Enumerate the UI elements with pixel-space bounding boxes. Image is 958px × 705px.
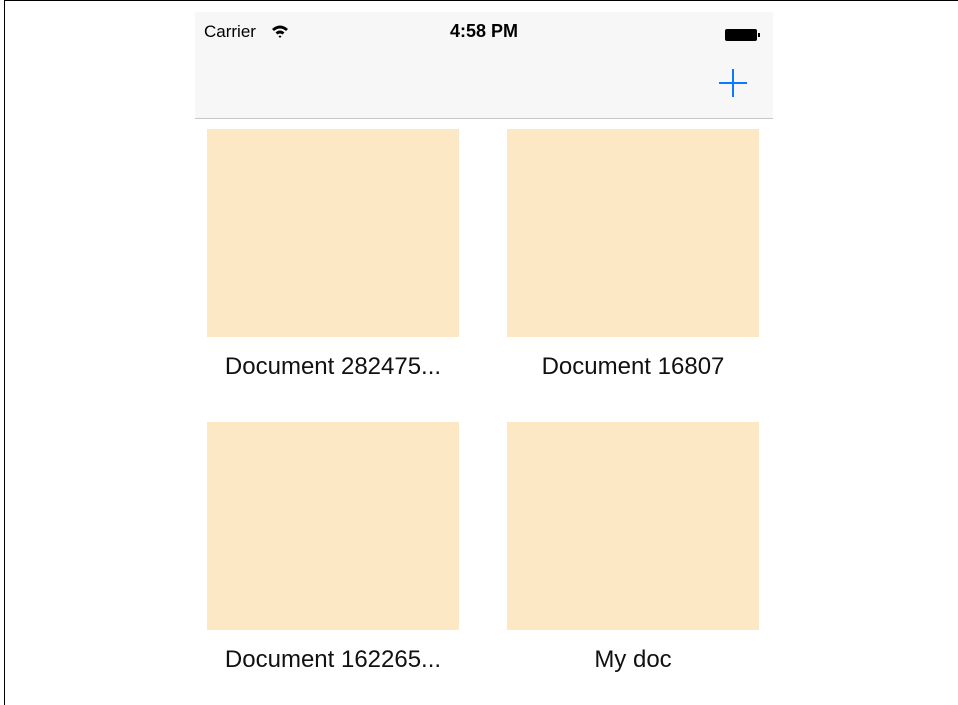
add-document-button[interactable] — [716, 66, 750, 100]
phone-screen: Carrier 4:58 PM Document 282475... Docum… — [195, 12, 773, 705]
document-name: Document 162265... — [224, 646, 442, 673]
document-thumbnail[interactable] — [207, 422, 459, 630]
window-frame-left — [4, 0, 5, 705]
window-frame-top — [4, 0, 958, 1]
document-cell[interactable]: My doc — [507, 422, 759, 674]
battery-icon — [725, 29, 760, 41]
document-cell[interactable]: Document 162265... — [207, 422, 459, 674]
document-name: My doc — [594, 646, 672, 673]
status-time: 4:58 PM — [449, 21, 519, 41]
document-thumbnail[interactable] — [207, 129, 459, 337]
document-thumbnail[interactable] — [507, 129, 759, 337]
document-name: Document 282475... — [224, 353, 442, 380]
status-bar: Carrier 4:58 PM — [195, 12, 773, 52]
navigation-bar: Carrier 4:58 PM — [195, 12, 773, 119]
document-name: Document 16807 — [541, 353, 725, 380]
document-thumbnail[interactable] — [507, 422, 759, 630]
document-cell[interactable]: Document 16807 — [507, 129, 759, 381]
document-cell[interactable]: Document 282475... — [207, 129, 459, 381]
